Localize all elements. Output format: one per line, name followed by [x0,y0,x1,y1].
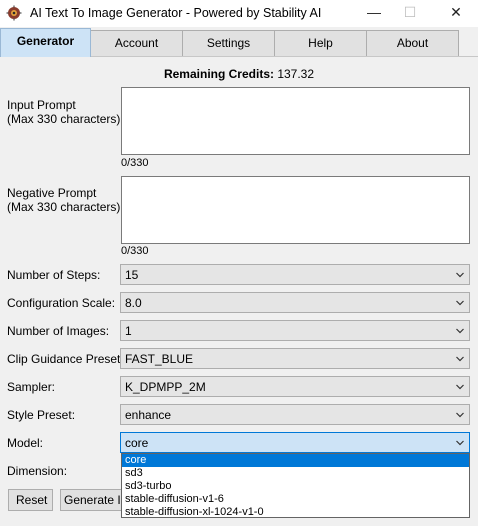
model-option-sd3[interactable]: sd3 [122,467,469,480]
model-option-sdxl-1024[interactable]: stable-diffusion-xl-1024-v1-0 [122,506,469,519]
model-label: Model: [7,436,44,450]
model-option-sd3-turbo[interactable]: sd3-turbo [122,480,469,493]
clip-preset-select[interactable]: FAST_BLUE [120,348,470,369]
style-preset-label: Style Preset: [7,408,76,422]
chevron-down-icon [456,384,464,390]
steps-label: Number of Steps: [7,268,101,282]
window-title: AI Text To Image Generator - Powered by … [30,6,322,20]
credits-label: Remaining Credits: [163,67,274,81]
tab-account[interactable]: Account [90,30,183,56]
app-logo-icon [6,5,22,21]
chevron-down-icon [456,356,464,362]
model-option-sd-v1-6[interactable]: stable-diffusion-v1-6 [122,493,469,506]
input-prompt-label-line1: Input Prompt [7,98,76,112]
model-select[interactable]: core [120,432,470,453]
negative-prompt-textarea[interactable] [121,176,470,244]
chevron-down-icon [456,440,464,446]
style-preset-value: enhance [125,408,172,422]
maximize-button[interactable]: ☐ [390,0,430,27]
remaining-credits: Remaining Credits: 137.32 [0,67,478,81]
model-dropdown-list: core sd3 sd3-turbo stable-diffusion-v1-6… [121,453,470,518]
input-prompt-label: Input Prompt (Max 330 characters): [7,98,124,126]
steps-value: 15 [125,268,139,282]
tab-generator[interactable]: Generator [0,28,91,57]
generate-images-button[interactable]: Generate Images [60,489,130,511]
title-bar: AI Text To Image Generator - Powered by … [0,0,478,27]
config-scale-label: Configuration Scale: [7,296,116,310]
num-images-value: 1 [125,324,132,338]
model-value: core [125,436,149,450]
input-prompt-label-line2: (Max 330 characters): [7,112,124,126]
tab-help[interactable]: Help [274,30,367,56]
sampler-select[interactable]: K_DPMPP_2M [120,376,470,397]
chevron-down-icon [456,328,464,334]
config-scale-value: 8.0 [125,296,142,310]
tab-about[interactable]: About [366,30,459,56]
clip-preset-label: Clip Guidance Preset: [7,352,124,366]
negative-prompt-counter: 0/330 [121,245,149,257]
chevron-down-icon [456,300,464,306]
steps-select[interactable]: 15 [120,264,470,285]
negative-prompt-label-line2: (Max 330 characters): [7,200,124,214]
chevron-down-icon [456,412,464,418]
close-button[interactable]: ✕ [436,0,476,27]
input-prompt-counter: 0/330 [121,157,149,169]
tab-settings[interactable]: Settings [182,30,275,56]
minimize-button[interactable]: — [354,0,394,27]
dimension-label: Dimension: [7,464,68,478]
reset-button[interactable]: Reset [8,489,53,511]
clip-preset-value: FAST_BLUE [125,352,194,366]
sampler-label: Sampler: [7,380,56,394]
sampler-value: K_DPMPP_2M [125,380,206,394]
negative-prompt-label: Negative Prompt (Max 330 characters): [7,186,124,214]
negative-prompt-label-line1: Negative Prompt [7,186,97,200]
style-preset-select[interactable]: enhance [120,404,470,425]
tab-strip: Generator Account Settings Help About [0,27,478,57]
chevron-down-icon [456,272,464,278]
credits-value: 137.32 [277,67,315,81]
input-prompt-textarea[interactable] [121,87,470,155]
num-images-label: Number of Images: [7,324,110,338]
num-images-select[interactable]: 1 [120,320,470,341]
config-scale-select[interactable]: 8.0 [120,292,470,313]
model-option-core[interactable]: core [122,454,469,467]
